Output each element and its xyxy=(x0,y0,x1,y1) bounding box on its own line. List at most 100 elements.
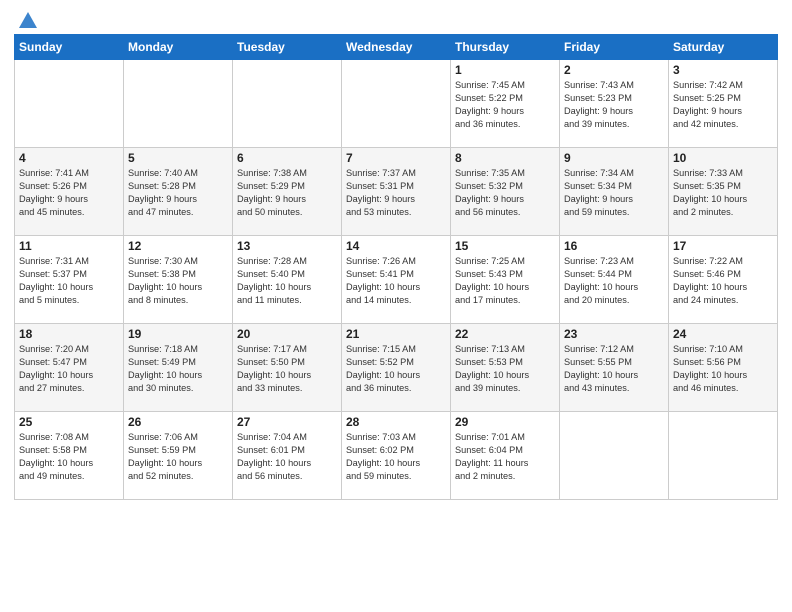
day-number: 16 xyxy=(564,239,664,253)
calendar-header: SundayMondayTuesdayWednesdayThursdayFrid… xyxy=(15,35,778,60)
day-info: Sunrise: 7:26 AMSunset: 5:41 PMDaylight:… xyxy=(346,255,446,307)
calendar-cell: 15 Sunrise: 7:25 AMSunset: 5:43 PMDayligh… xyxy=(451,236,560,324)
calendar-cell: 29 Sunrise: 7:01 AMSunset: 6:04 PMDayligh… xyxy=(451,412,560,500)
day-number: 17 xyxy=(673,239,773,253)
calendar-cell: 25Sunrise: 7:08 AMSunset: 5:58 PMDayligh… xyxy=(15,412,124,500)
day-number: 3 xyxy=(673,63,773,77)
day-info: Sunrise: 7:18 AMSunset: 5:49 PMDaylight:… xyxy=(128,343,228,395)
day-number: 20 xyxy=(237,327,337,341)
day-info: Sunrise: 7:30 AMSunset: 5:38 PMDaylight:… xyxy=(128,255,228,307)
day-number: 11 xyxy=(19,239,119,253)
day-number: 5 xyxy=(128,151,228,165)
day-number: 18 xyxy=(19,327,119,341)
calendar-week-row: 25Sunrise: 7:08 AMSunset: 5:58 PMDayligh… xyxy=(15,412,778,500)
calendar-cell: 27 Sunrise: 7:04 AMSunset: 6:01 PMDayligh… xyxy=(233,412,342,500)
calendar-cell: 28Sunrise: 7:03 AMSunset: 6:02 PMDayligh… xyxy=(342,412,451,500)
calendar-cell: 14 Sunrise: 7:26 AMSunset: 5:41 PMDayligh… xyxy=(342,236,451,324)
day-number: 10 xyxy=(673,151,773,165)
header xyxy=(14,10,778,28)
weekday-header-sunday: Sunday xyxy=(15,35,124,60)
weekday-header-wednesday: Wednesday xyxy=(342,35,451,60)
calendar-cell xyxy=(560,412,669,500)
calendar-cell: 20 Sunrise: 7:17 AMSunset: 5:50 PMDayligh… xyxy=(233,324,342,412)
day-info: Sunrise: 7:04 AMSunset: 6:01 PMDaylight:… xyxy=(237,431,337,483)
day-info: Sunrise: 7:12 AMSunset: 5:55 PMDaylight:… xyxy=(564,343,664,395)
calendar-cell: 3 Sunrise: 7:42 AMSunset: 5:25 PMDaylight… xyxy=(669,60,778,148)
day-number: 14 xyxy=(346,239,446,253)
day-info: Sunrise: 7:40 AMSunset: 5:28 PMDaylight:… xyxy=(128,167,228,219)
calendar-week-row: 1 Sunrise: 7:45 AMSunset: 5:22 PMDaylight… xyxy=(15,60,778,148)
day-number: 25 xyxy=(19,415,119,429)
day-info: Sunrise: 7:45 AMSunset: 5:22 PMDaylight:… xyxy=(455,79,555,131)
calendar-cell: 4 Sunrise: 7:41 AMSunset: 5:26 PMDaylight… xyxy=(15,148,124,236)
calendar-cell xyxy=(124,60,233,148)
day-number: 27 xyxy=(237,415,337,429)
day-info: Sunrise: 7:01 AMSunset: 6:04 PMDaylight:… xyxy=(455,431,555,483)
weekday-header-tuesday: Tuesday xyxy=(233,35,342,60)
calendar-cell: 16Sunrise: 7:23 AMSunset: 5:44 PMDayligh… xyxy=(560,236,669,324)
day-number: 26 xyxy=(128,415,228,429)
day-number: 19 xyxy=(128,327,228,341)
day-number: 1 xyxy=(455,63,555,77)
calendar-week-row: 18 Sunrise: 7:20 AMSunset: 5:47 PMDayligh… xyxy=(15,324,778,412)
weekday-header-saturday: Saturday xyxy=(669,35,778,60)
day-number: 21 xyxy=(346,327,446,341)
calendar-week-row: 11 Sunrise: 7:31 AMSunset: 5:37 PMDayligh… xyxy=(15,236,778,324)
calendar-cell: 7Sunrise: 7:37 AMSunset: 5:31 PMDaylight… xyxy=(342,148,451,236)
calendar-cell: 26 Sunrise: 7:06 AMSunset: 5:59 PMDayligh… xyxy=(124,412,233,500)
calendar-cell: 10 Sunrise: 7:33 AMSunset: 5:35 PMDayligh… xyxy=(669,148,778,236)
day-info: Sunrise: 7:35 AMSunset: 5:32 PMDaylight:… xyxy=(455,167,555,219)
calendar-table: SundayMondayTuesdayWednesdayThursdayFrid… xyxy=(14,34,778,500)
calendar-body: 1 Sunrise: 7:45 AMSunset: 5:22 PMDaylight… xyxy=(15,60,778,500)
day-number: 9 xyxy=(564,151,664,165)
day-number: 28 xyxy=(346,415,446,429)
day-number: 8 xyxy=(455,151,555,165)
calendar-cell: 2 Sunrise: 7:43 AMSunset: 5:23 PMDaylight… xyxy=(560,60,669,148)
logo xyxy=(14,10,39,28)
day-info: Sunrise: 7:28 AMSunset: 5:40 PMDaylight:… xyxy=(237,255,337,307)
calendar-cell: 9 Sunrise: 7:34 AMSunset: 5:34 PMDaylight… xyxy=(560,148,669,236)
day-info: Sunrise: 7:20 AMSunset: 5:47 PMDaylight:… xyxy=(19,343,119,395)
day-number: 13 xyxy=(237,239,337,253)
logo-icon xyxy=(17,10,39,32)
day-info: Sunrise: 7:33 AMSunset: 5:35 PMDaylight:… xyxy=(673,167,773,219)
day-info: Sunrise: 7:13 AMSunset: 5:53 PMDaylight:… xyxy=(455,343,555,395)
calendar-cell: 13 Sunrise: 7:28 AMSunset: 5:40 PMDayligh… xyxy=(233,236,342,324)
calendar-week-row: 4 Sunrise: 7:41 AMSunset: 5:26 PMDaylight… xyxy=(15,148,778,236)
day-info: Sunrise: 7:38 AMSunset: 5:29 PMDaylight:… xyxy=(237,167,337,219)
day-number: 4 xyxy=(19,151,119,165)
day-number: 23 xyxy=(564,327,664,341)
day-number: 22 xyxy=(455,327,555,341)
day-info: Sunrise: 7:06 AMSunset: 5:59 PMDaylight:… xyxy=(128,431,228,483)
weekday-header-friday: Friday xyxy=(560,35,669,60)
day-info: Sunrise: 7:31 AMSunset: 5:37 PMDaylight:… xyxy=(19,255,119,307)
calendar-cell: 24 Sunrise: 7:10 AMSunset: 5:56 PMDayligh… xyxy=(669,324,778,412)
day-number: 29 xyxy=(455,415,555,429)
day-info: Sunrise: 7:15 AMSunset: 5:52 PMDaylight:… xyxy=(346,343,446,395)
calendar-cell xyxy=(669,412,778,500)
calendar-cell: 21 Sunrise: 7:15 AMSunset: 5:52 PMDayligh… xyxy=(342,324,451,412)
calendar-cell xyxy=(233,60,342,148)
weekday-header-row: SundayMondayTuesdayWednesdayThursdayFrid… xyxy=(15,35,778,60)
calendar-cell: 5 Sunrise: 7:40 AMSunset: 5:28 PMDaylight… xyxy=(124,148,233,236)
calendar-cell: 22 Sunrise: 7:13 AMSunset: 5:53 PMDayligh… xyxy=(451,324,560,412)
calendar-cell xyxy=(15,60,124,148)
day-info: Sunrise: 7:10 AMSunset: 5:56 PMDaylight:… xyxy=(673,343,773,395)
day-number: 2 xyxy=(564,63,664,77)
calendar-cell: 18 Sunrise: 7:20 AMSunset: 5:47 PMDayligh… xyxy=(15,324,124,412)
calendar-cell: 8 Sunrise: 7:35 AMSunset: 5:32 PMDaylight… xyxy=(451,148,560,236)
day-info: Sunrise: 7:17 AMSunset: 5:50 PMDaylight:… xyxy=(237,343,337,395)
page: SundayMondayTuesdayWednesdayThursdayFrid… xyxy=(0,0,792,612)
day-info: Sunrise: 7:34 AMSunset: 5:34 PMDaylight:… xyxy=(564,167,664,219)
calendar-cell: 19 Sunrise: 7:18 AMSunset: 5:49 PMDayligh… xyxy=(124,324,233,412)
day-number: 24 xyxy=(673,327,773,341)
calendar-cell: 12Sunrise: 7:30 AMSunset: 5:38 PMDayligh… xyxy=(124,236,233,324)
day-info: Sunrise: 7:42 AMSunset: 5:25 PMDaylight:… xyxy=(673,79,773,131)
day-number: 15 xyxy=(455,239,555,253)
day-info: Sunrise: 7:41 AMSunset: 5:26 PMDaylight:… xyxy=(19,167,119,219)
day-number: 7 xyxy=(346,151,446,165)
day-info: Sunrise: 7:25 AMSunset: 5:43 PMDaylight:… xyxy=(455,255,555,307)
day-info: Sunrise: 7:43 AMSunset: 5:23 PMDaylight:… xyxy=(564,79,664,131)
calendar-cell: 23 Sunrise: 7:12 AMSunset: 5:55 PMDayligh… xyxy=(560,324,669,412)
calendar-cell xyxy=(342,60,451,148)
